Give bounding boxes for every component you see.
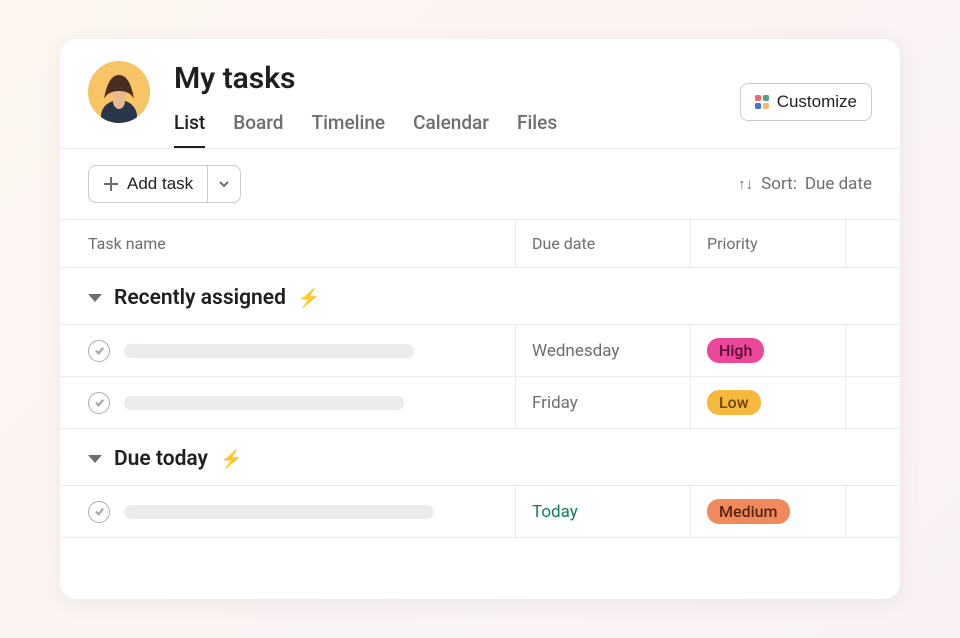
toolbar: Add task ↑↓ Sort: Due date (60, 149, 900, 219)
section-header[interactable]: Recently assigned ⚡ (60, 268, 900, 325)
task-name-placeholder (124, 396, 404, 410)
task-cell-name[interactable] (60, 377, 515, 428)
section-caret-icon[interactable] (88, 455, 102, 463)
avatar[interactable] (88, 61, 150, 123)
priority-pill[interactable]: High (707, 338, 764, 363)
grid-icon (755, 95, 769, 109)
task-cell-due[interactable]: Friday (515, 377, 690, 428)
bolt-icon: ⚡ (298, 288, 320, 309)
task-cell-priority[interactable]: Low (690, 377, 845, 428)
task-cell-name[interactable] (60, 325, 515, 376)
complete-checkbox[interactable] (88, 392, 110, 414)
tab-files[interactable]: Files (517, 111, 557, 148)
task-cell-extra[interactable] (845, 486, 900, 537)
column-due-date[interactable]: Due date (515, 220, 690, 267)
customize-label: Customize (777, 92, 857, 112)
tab-timeline[interactable]: Timeline (311, 111, 385, 148)
complete-checkbox[interactable] (88, 340, 110, 362)
column-extra[interactable] (845, 220, 900, 267)
bolt-icon: ⚡ (220, 449, 242, 470)
add-task-group: Add task (88, 165, 241, 203)
task-cell-extra[interactable] (845, 325, 900, 376)
task-row[interactable]: Friday Low (60, 377, 900, 429)
task-sections: Recently assigned ⚡ Wednesday High Friday Low… (60, 268, 900, 538)
sort-prefix: Sort: (761, 174, 797, 194)
add-task-dropdown[interactable] (208, 165, 241, 203)
tab-board[interactable]: Board (233, 111, 283, 148)
column-task-name[interactable]: Task name (60, 220, 515, 267)
chevron-down-icon (218, 178, 230, 190)
task-cell-priority[interactable]: High (690, 325, 845, 376)
column-priority[interactable]: Priority (690, 220, 845, 267)
tab-calendar[interactable]: Calendar (413, 111, 489, 148)
sort-value: Due date (805, 174, 872, 194)
section-title: Recently assigned (114, 286, 286, 310)
section-header[interactable]: Due today ⚡ (60, 429, 900, 486)
sort-icon: ↑↓ (738, 175, 753, 193)
task-cell-name[interactable] (60, 486, 515, 537)
section-caret-icon[interactable] (88, 294, 102, 302)
task-name-placeholder (124, 344, 414, 358)
section-title: Due today (114, 447, 208, 471)
task-cell-priority[interactable]: Medium (690, 486, 845, 537)
task-row[interactable]: Wednesday High (60, 325, 900, 377)
customize-button[interactable]: Customize (740, 83, 872, 121)
task-cell-extra[interactable] (845, 377, 900, 428)
tab-list[interactable]: List (174, 111, 205, 148)
task-cell-due[interactable]: Today (515, 486, 690, 537)
add-task-button[interactable]: Add task (88, 165, 208, 203)
add-task-label: Add task (127, 174, 193, 194)
app-window: My tasks ListBoardTimelineCalendarFiles … (60, 39, 900, 599)
sort-button[interactable]: ↑↓ Sort: Due date (738, 174, 872, 194)
complete-checkbox[interactable] (88, 501, 110, 523)
task-row[interactable]: Today Medium (60, 486, 900, 538)
task-cell-due[interactable]: Wednesday (515, 325, 690, 376)
plus-icon (103, 176, 119, 192)
task-name-placeholder (124, 505, 434, 519)
priority-pill[interactable]: Low (707, 390, 761, 415)
table-header: Task name Due date Priority (60, 219, 900, 268)
priority-pill[interactable]: Medium (707, 499, 790, 524)
header: My tasks ListBoardTimelineCalendarFiles … (60, 39, 900, 148)
